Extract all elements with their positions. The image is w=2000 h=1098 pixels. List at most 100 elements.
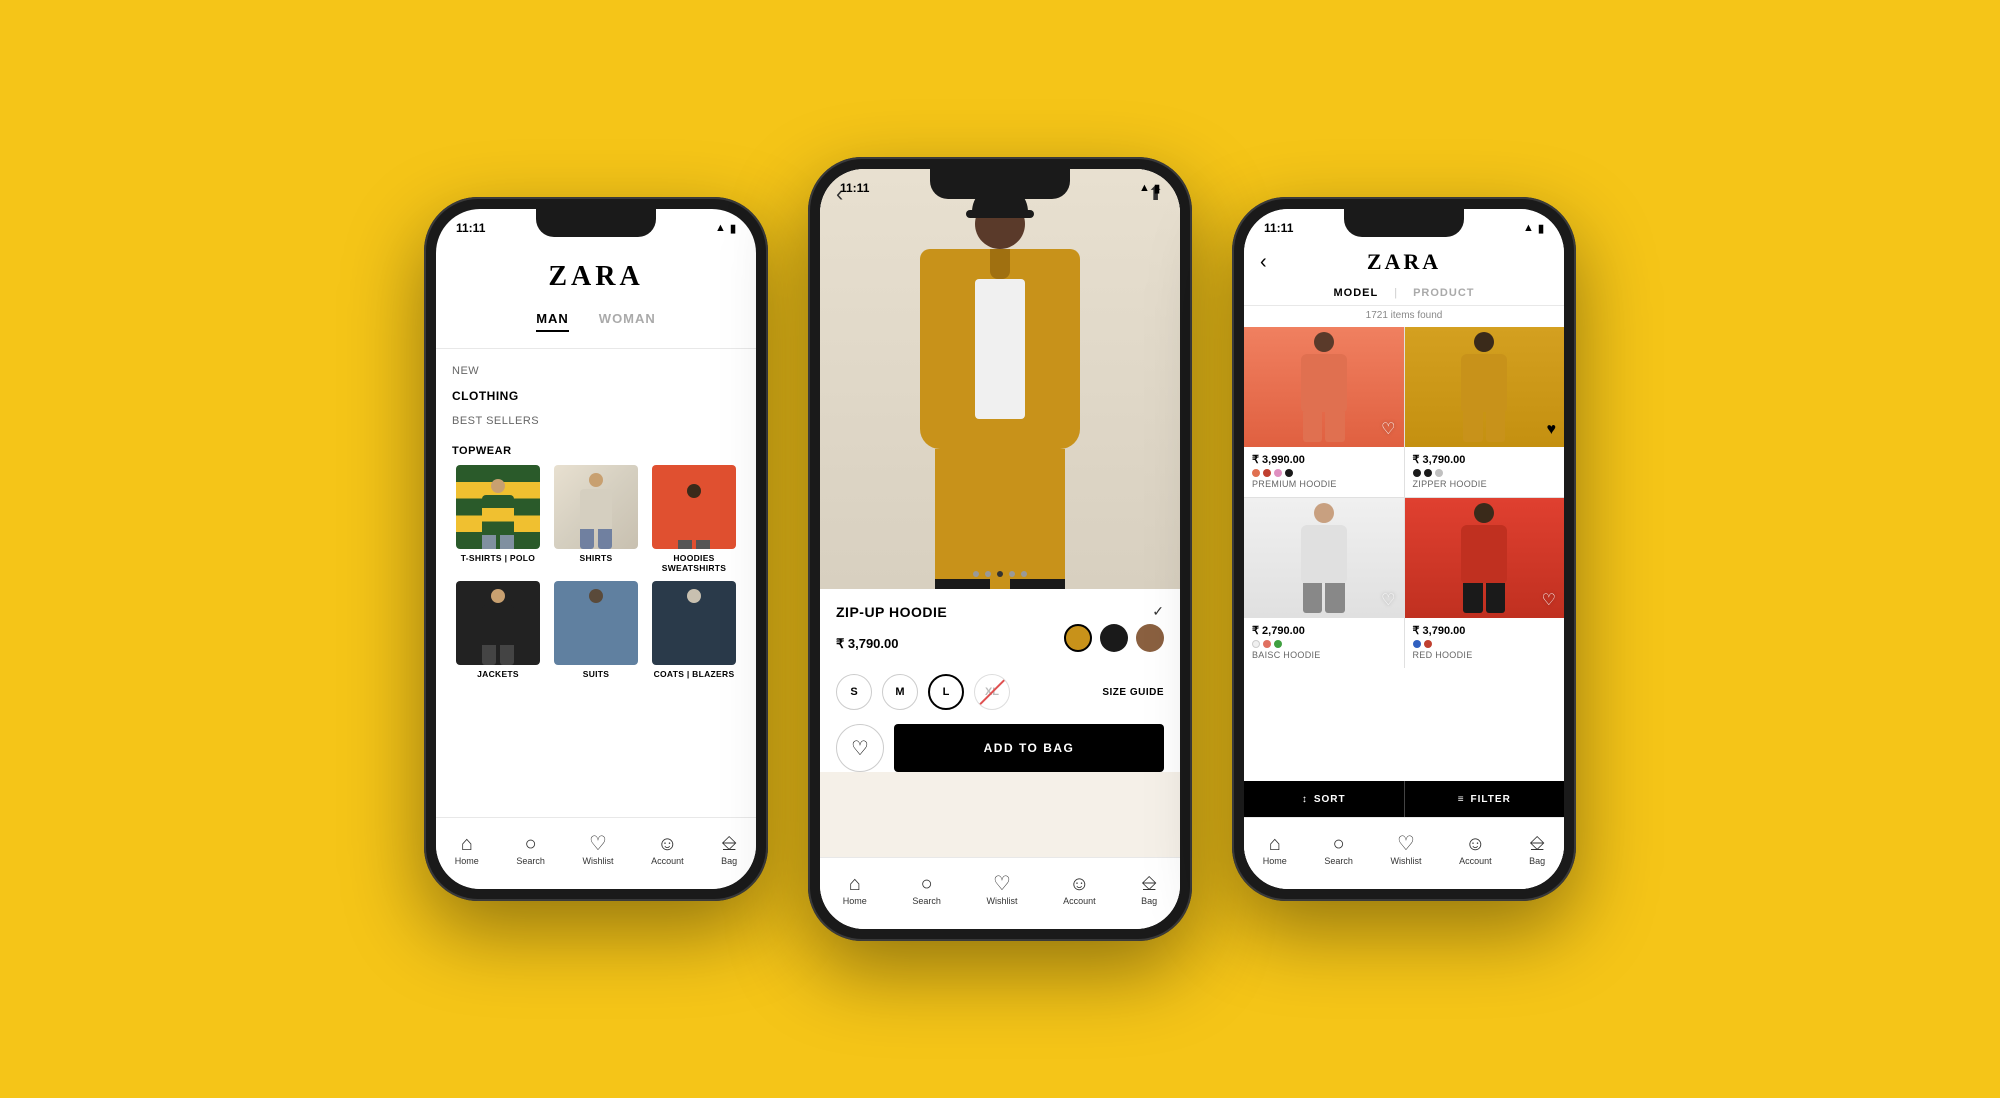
product-card-2[interactable]: ♥ ₹ 3,790.00 ZIPPER HOODIE	[1405, 327, 1565, 497]
category-grid-bottom: JACKETS SUITS	[452, 581, 740, 679]
ps-head-4	[1474, 503, 1494, 523]
home-label-2: Home	[843, 896, 867, 906]
heart-icon-card-2[interactable]: ♥	[1547, 421, 1557, 439]
card-colors-3	[1252, 640, 1396, 648]
color-brown[interactable]	[1136, 624, 1164, 652]
color-dot-9	[1263, 640, 1271, 648]
sort-icon: ↕	[1302, 794, 1308, 805]
nav-account-3[interactable]: ☺ Account	[1459, 834, 1492, 866]
color-black[interactable]	[1100, 624, 1128, 652]
category-tshirts[interactable]: T-SHIRTS | POLO	[452, 465, 544, 573]
size-row: S M L XL SIZE GUIDE	[836, 674, 1164, 710]
menu-clothing[interactable]: CLOTHING	[452, 383, 740, 409]
menu-new[interactable]: NEW	[452, 359, 740, 383]
ps-body-1	[1301, 354, 1347, 412]
category-shirts[interactable]: SHIRTS	[550, 465, 642, 573]
category-grid-top: T-SHIRTS | POLO SHIRTS	[452, 465, 740, 573]
back-button-3[interactable]: ‹	[1260, 251, 1267, 274]
wishlist-button-2[interactable]: ♡	[836, 724, 884, 772]
category-suits[interactable]: SUITS	[550, 581, 642, 679]
size-xl[interactable]: XL	[974, 674, 1010, 710]
nav-search-2[interactable]: ○ Search	[912, 874, 941, 906]
home-label-3: Home	[1263, 856, 1287, 866]
tab-woman[interactable]: WOMAN	[599, 311, 656, 332]
notch-1	[536, 209, 656, 237]
color-yellow[interactable]	[1064, 624, 1092, 652]
add-to-bag-button[interactable]: ADD TO BAG	[894, 724, 1164, 772]
ps-legs-2	[1463, 412, 1505, 442]
product-card-3[interactable]: ♡ ₹ 2,790.00 BAISC HOODIE	[1244, 498, 1404, 668]
product-card-4[interactable]: ♡ ₹ 3,790.00 RED HOODIE	[1405, 498, 1565, 668]
nav-wishlist-2[interactable]: ♡ Wishlist	[986, 874, 1017, 906]
items-count: 1721 items found	[1244, 306, 1564, 327]
sort-button[interactable]: ↕ SORT	[1244, 781, 1405, 817]
nav-search-1[interactable]: ○ Search	[516, 834, 545, 866]
heart-icon-card-3[interactable]: ♡	[1381, 590, 1395, 610]
battery-icon-1: ▮	[730, 222, 736, 235]
figure-inner-shirt	[975, 279, 1025, 419]
ps-body-4	[1461, 525, 1507, 583]
card-price-2: ₹ 3,790.00	[1413, 453, 1557, 466]
listing-header: ‹ ZARA	[1244, 241, 1564, 281]
size-l[interactable]: L	[928, 674, 964, 710]
status-icons-2: ▲ ▮	[1139, 182, 1160, 195]
nav-account-1[interactable]: ☺ Account	[651, 834, 684, 866]
view-product[interactable]: PRODUCT	[1413, 287, 1474, 299]
nav-home-1[interactable]: ⌂ Home	[455, 834, 479, 866]
status-icons-1: ▲ ▮	[715, 222, 736, 235]
person-3	[1244, 498, 1404, 618]
ps-legs-3	[1303, 583, 1345, 613]
nav-home-2[interactable]: ⌂ Home	[843, 874, 867, 906]
ps-body-2	[1461, 354, 1507, 412]
color-dot-5	[1413, 469, 1421, 477]
card-colors-2	[1413, 469, 1557, 477]
bag-label-3: Bag	[1529, 856, 1545, 866]
color-dot-10	[1274, 640, 1282, 648]
size-s[interactable]: S	[836, 674, 872, 710]
menu-bestsellers[interactable]: BEST SELLERS	[452, 409, 740, 433]
ps-body-3	[1301, 525, 1347, 583]
nav-search-3[interactable]: ○ Search	[1324, 834, 1353, 866]
shirts-figure	[571, 473, 621, 543]
card-name-4: RED HOODIE	[1413, 650, 1557, 660]
bag-icon-3: ⎒	[1529, 834, 1545, 854]
ps-legs-1	[1303, 412, 1345, 442]
jackets-label: JACKETS	[477, 669, 519, 679]
status-icons-3: ▲ ▮	[1523, 222, 1544, 235]
nav-bag-2[interactable]: ⎒ Bag	[1141, 874, 1157, 906]
topwear-title: TOPWEAR	[452, 445, 740, 457]
nav-home-3[interactable]: ⌂ Home	[1263, 834, 1287, 866]
sort-label: SORT	[1314, 794, 1346, 805]
account-icon-2: ☺	[1069, 874, 1089, 894]
product-card-1[interactable]: ♡ ₹ 3,990.00 PREMIUM HOODIE	[1244, 327, 1404, 497]
category-hoodies[interactable]: HOODIES SWEATSHIRTS	[648, 465, 740, 573]
coats-label: COATS | BLAZERS	[654, 669, 735, 679]
view-model[interactable]: MODEL	[1334, 287, 1379, 299]
image-dots	[973, 571, 1027, 577]
account-label-2: Account	[1063, 896, 1096, 906]
coats-img	[652, 581, 736, 665]
jackets-figure	[473, 589, 523, 659]
notch-3	[1344, 209, 1464, 237]
nav-bag-1[interactable]: ⎒ Bag	[721, 834, 737, 866]
color-dot-4	[1285, 469, 1293, 477]
category-jackets[interactable]: JACKETS	[452, 581, 544, 679]
person-4	[1405, 498, 1565, 618]
nav-account-2[interactable]: ☺ Account	[1063, 874, 1096, 906]
filter-button[interactable]: ≡ FILTER	[1405, 781, 1565, 817]
color-dot-2	[1263, 469, 1271, 477]
nav-wishlist-1[interactable]: ♡ Wishlist	[582, 834, 613, 866]
nav-bag-3[interactable]: ⎒ Bag	[1529, 834, 1545, 866]
heart-icon-card-1[interactable]: ♡	[1381, 419, 1395, 439]
size-m[interactable]: M	[882, 674, 918, 710]
card-info-1: ₹ 3,990.00 PREMIUM HOODIE	[1244, 447, 1404, 497]
size-guide[interactable]: SIZE GUIDE	[1102, 687, 1164, 698]
tab-man[interactable]: MAN	[536, 311, 569, 332]
card-img-3: ♡	[1244, 498, 1404, 618]
heart-icon-card-4[interactable]: ♡	[1542, 590, 1556, 610]
product-details: ZIP-UP HOODIE ✓ ₹ 3,790.00 S M L	[820, 589, 1180, 772]
category-coats[interactable]: COATS | BLAZERS	[648, 581, 740, 679]
color-dot-12	[1424, 640, 1432, 648]
dot-3	[997, 571, 1003, 577]
nav-wishlist-3[interactable]: ♡ Wishlist	[1390, 834, 1421, 866]
